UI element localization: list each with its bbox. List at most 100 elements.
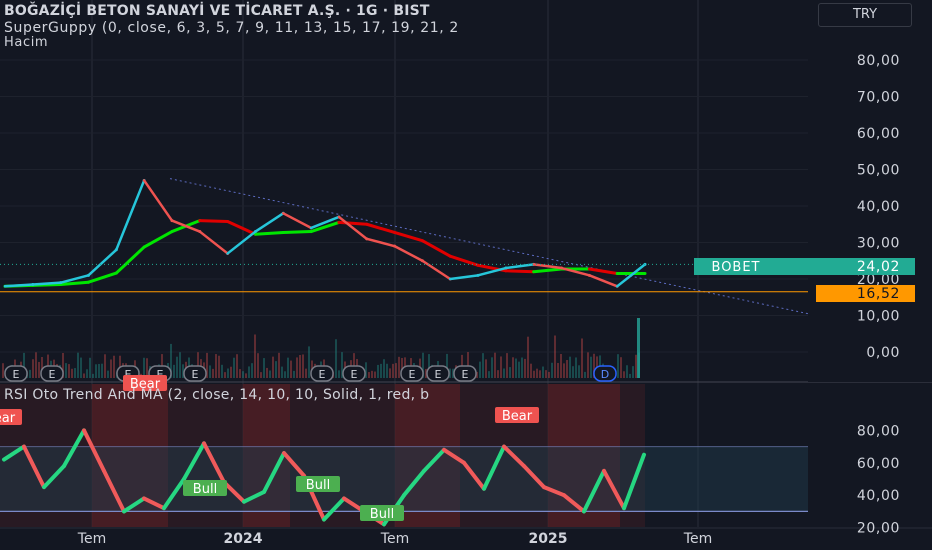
volume-bar [371,370,373,378]
earnings-marker: E [183,365,207,382]
rsi-legend[interactable]: RSI Oto Trend And MA (2, close, 14, 10, … [4,387,429,403]
earnings-marker: E [400,365,424,382]
volume-bar [637,318,640,378]
ma-segment [393,230,424,243]
ma-segment [420,239,452,258]
volume-bar [497,370,499,378]
volume-bar [578,365,580,378]
volume-bar [626,365,628,378]
event-marker-label: E [409,368,416,381]
volume-bar [503,368,505,378]
volume-bar [113,355,115,378]
chart-canvas[interactable]: EEEEEEEEEED BearBearBearBullBullBull 80,… [0,0,932,550]
volume-bar [86,369,88,378]
price-axis[interactable]: 80,0070,0060,0050,0040,0030,0020,0010,00… [694,0,932,382]
volume-bar [542,366,544,378]
dividend-marker: D [593,365,617,382]
volume-bar [635,354,637,378]
volume-bar [293,370,295,378]
volume-bar [509,367,511,378]
signal-label-text: Bull [306,478,330,493]
earnings-marker: E [40,365,64,382]
volume-bar [479,361,481,378]
price-axis-tick: 10,00 [857,309,900,325]
volume-bar [566,359,568,378]
ma-segment [86,271,118,284]
price-segment [337,215,368,241]
rsi-axis-tick: 60,00 [857,456,900,472]
ma-segment [337,220,369,226]
volume-bar [32,359,34,378]
volume-bar [212,368,214,378]
level-price-text: 16,52 [857,286,900,302]
rsi-axis-tick: 40,00 [857,488,900,504]
time-axis-label: Tem [77,531,106,547]
time-axis[interactable]: Tem 2024 Tem 2025 Tem [77,531,712,547]
last-price-text: 24,02 [857,259,900,275]
volume-bar [98,363,100,378]
time-axis-label: Tem [683,531,712,547]
volume-bar [515,358,517,378]
volume-bar [92,373,94,378]
price-segment [588,274,619,288]
volume-bar [272,356,274,378]
ma-segment [532,267,564,274]
volume-bar [617,354,619,378]
volume-bar [554,335,556,378]
volume-bar [512,357,514,378]
volume-bar [251,363,253,378]
price-segment [142,179,174,222]
volume-bar [107,370,109,378]
volume-bar [266,367,268,378]
symbol-badge-text: BOBET [712,260,761,275]
indicator-legend[interactable]: SuperGuppy (0, close, 6, 3, 5, 7, 9, 11,… [4,20,459,36]
price-axis-tick: 70,00 [857,90,900,106]
volume-bar [299,354,301,378]
price-segment [115,179,146,252]
volume-bar [548,371,550,378]
volume-bar [368,372,370,378]
volume-bar [176,356,178,378]
volume-bar [398,356,400,378]
volume-bar [389,368,391,378]
volume-bar [2,363,4,378]
volume-bar [581,338,583,378]
rsi-axis: 80,00 60,00 40,00 20,00 [808,384,932,537]
volume-bar [623,371,625,378]
price-segment [282,212,313,230]
volume-bar [218,355,220,378]
volume-bar [173,364,175,378]
volume-bar [260,372,262,378]
event-marker-label: E [192,368,199,381]
volume-bar [584,371,586,378]
earnings-marker: E [342,365,366,382]
volume-bar [89,357,91,378]
ma-segment [253,230,285,236]
bear-label: Bear [495,407,539,424]
volume-bar [74,368,76,378]
signal-label-text: Bull [193,482,217,497]
volume-bar [209,365,211,378]
event-marker-label: D [601,368,609,381]
signal-label-text: Bull [370,507,394,522]
volume-bar [545,370,547,378]
event-marker-label: E [351,368,358,381]
volume-bar [305,368,307,378]
volume-bar [386,363,388,378]
volume-bar [557,362,559,378]
volume-bar [221,364,223,378]
volume-bar [590,356,592,378]
volume-bar [224,372,226,378]
currency-button[interactable]: TRY [818,3,912,27]
price-axis-tick: 50,00 [857,163,900,179]
volume-legend[interactable]: Hacim [4,35,48,50]
trend-line [169,178,809,315]
volume-bar [488,371,490,378]
volume-bar [569,356,571,378]
ma-segment [198,219,230,224]
rsi-axis-tick: 80,00 [857,423,900,439]
volume-bar [500,356,502,378]
symbol-title[interactable]: BOĞAZİÇİ BETON SANAYİ VE TİCARET A.Ş. · … [4,3,430,19]
bull-label: Bull [296,476,340,493]
volume-bar [83,373,85,378]
